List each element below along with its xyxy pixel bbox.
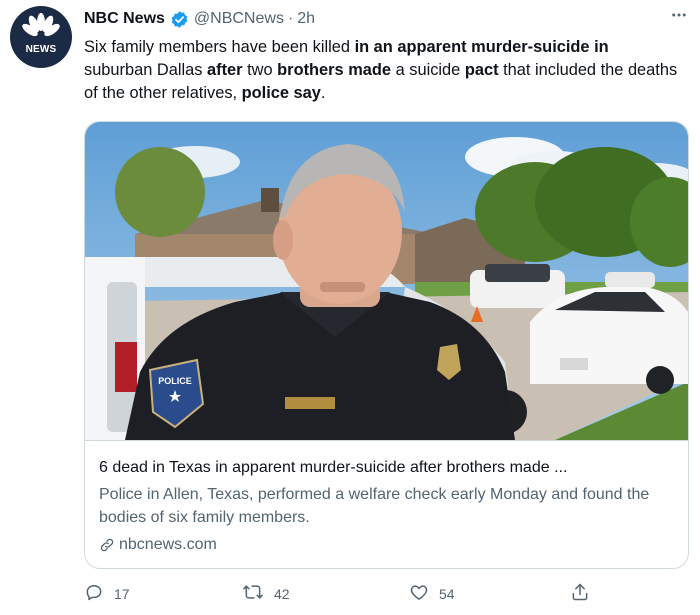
share-button[interactable] bbox=[570, 582, 600, 605]
like-icon bbox=[409, 582, 439, 605]
retweet-count: 42 bbox=[274, 585, 290, 602]
account-handle[interactable]: @NBCNews bbox=[194, 10, 284, 28]
verified-badge-icon bbox=[170, 10, 189, 29]
tweet-text-segment: . bbox=[320, 84, 326, 102]
tweet-text-segment: in an apparent murder-suicide in bbox=[354, 38, 609, 56]
card-title[interactable]: 6 dead in Texas in apparent murder-suici… bbox=[99, 459, 679, 477]
retweet-button[interactable]: 42 bbox=[242, 582, 290, 605]
like-count: 54 bbox=[439, 585, 455, 602]
link-card[interactable]: POLICE 6 dead in Texas in apparent murde… bbox=[84, 121, 689, 569]
reply-button[interactable]: 17 bbox=[84, 582, 130, 605]
tweet-text-segment: a suicide bbox=[391, 61, 465, 79]
nbc-peacock-icon bbox=[22, 13, 60, 37]
tweet-text-segment: after bbox=[207, 61, 243, 79]
tweet-timestamp[interactable]: 2h bbox=[297, 10, 315, 28]
tweet-text-segment: brothers made bbox=[277, 61, 392, 79]
share-icon bbox=[570, 582, 600, 605]
patch-text: POLICE bbox=[158, 376, 192, 386]
card-image[interactable]: POLICE bbox=[85, 122, 688, 440]
card-meta[interactable]: 6 dead in Texas in apparent murder-suici… bbox=[85, 440, 688, 568]
tweet-header: NBC News @NBCNews · 2h bbox=[84, 8, 315, 30]
retweet-icon bbox=[242, 582, 274, 605]
tweet-text-segment: suburban Dallas bbox=[84, 61, 208, 79]
like-button[interactable]: 54 bbox=[409, 582, 455, 605]
tweet-text-segment: Six family members have been killed bbox=[84, 38, 355, 56]
card-domain-text: nbcnews.com bbox=[119, 536, 217, 553]
reply-count: 17 bbox=[114, 585, 130, 602]
card-domain[interactable]: nbcnews.com bbox=[99, 536, 217, 554]
account-name[interactable]: NBC News bbox=[84, 10, 165, 28]
tweet-text-segment: two bbox=[242, 61, 278, 79]
separator-dot: · bbox=[287, 10, 294, 27]
card-description: Police in Allen, Texas, performed a welf… bbox=[99, 486, 650, 526]
tweet-text: Six family members have been killed in a… bbox=[84, 36, 680, 105]
tweet-text-segment: police say bbox=[241, 84, 321, 102]
tweet-text-segment: pact bbox=[464, 61, 499, 79]
reply-icon bbox=[84, 582, 114, 605]
link-icon bbox=[99, 537, 115, 553]
avatar[interactable]: NEWS bbox=[10, 6, 72, 68]
more-icon[interactable] bbox=[670, 6, 688, 29]
tweet-actions: 17 42 54 bbox=[84, 582, 644, 610]
avatar-label: NEWS bbox=[25, 44, 57, 55]
